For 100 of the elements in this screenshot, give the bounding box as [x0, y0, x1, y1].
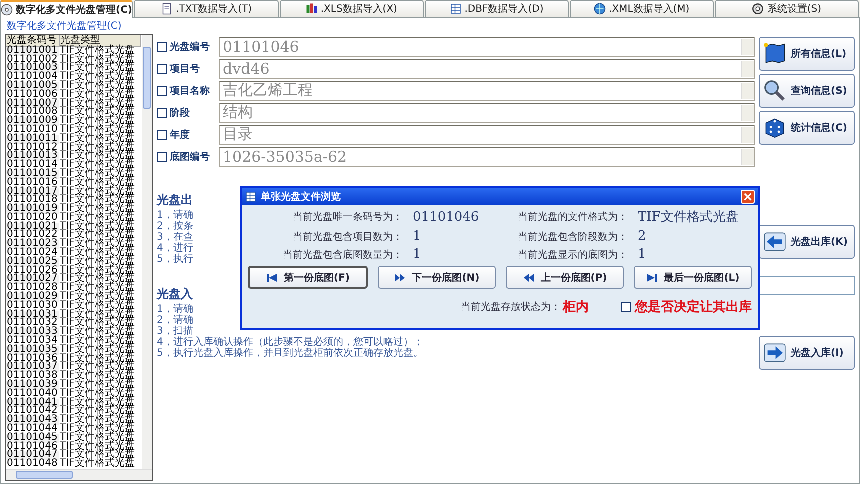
- checkbox[interactable]: [621, 302, 631, 312]
- tab[interactable]: .DBF数据导入(D): [424, 0, 569, 17]
- table-cell: 01101044: [6, 425, 59, 434]
- table-cell: 01101004: [6, 73, 59, 82]
- vertical-scrollbar[interactable]: [142, 34, 152, 469]
- tab[interactable]: 系统设置(S): [714, 0, 860, 17]
- table-cell: 01101020: [6, 214, 59, 223]
- info-value: 1: [413, 229, 422, 244]
- table-cell-text: TIF文件格式光盘: [59, 258, 136, 267]
- table-cell-text: TIF文件格式光盘: [59, 205, 136, 214]
- nav-button[interactable]: 上一份底图(P): [506, 266, 624, 289]
- info-label: 当前光盘显示的底图为：: [517, 248, 629, 262]
- table-cell: 01101016: [6, 178, 59, 188]
- status-value: 柜内: [563, 299, 589, 316]
- toolbar-button[interactable]: 所有信息(L): [759, 36, 855, 71]
- toolbar-button[interactable]: 光盘出库(K): [759, 224, 855, 259]
- table-cell-text: TIF文件格式光盘: [59, 434, 136, 443]
- search-icon: [763, 78, 787, 103]
- rewind-icon: [522, 272, 535, 284]
- nav-button[interactable]: 第一份底图(F): [248, 266, 368, 289]
- table-cell: 01101006: [6, 90, 59, 100]
- fast-forward-icon: [394, 272, 406, 284]
- map-icon: [763, 42, 787, 66]
- table-cell-text: TIF文件格式光盘: [59, 73, 136, 82]
- info-label: 当前光盘包含底图数量为：: [282, 248, 404, 262]
- tab[interactable]: .TXT数据导入(T): [134, 0, 279, 17]
- table-cell: 01101024: [6, 249, 59, 258]
- toolbar-button[interactable]: 光盘入库(I): [759, 336, 855, 370]
- info-label: 当前光盘包含阶段数为：: [517, 230, 629, 244]
- table-cell: 01101040: [6, 390, 59, 399]
- table-cell-text: TIF文件格式光盘: [59, 170, 136, 179]
- globe-icon: [594, 2, 606, 15]
- info-label: 当前光盘的文件格式为：: [517, 210, 629, 224]
- table-cell: 01101014: [6, 161, 59, 170]
- status-label: 当前光盘存放状态为：: [461, 300, 561, 314]
- info-value: 2: [638, 229, 648, 244]
- scroll-thumb[interactable]: [16, 471, 73, 479]
- field-label: 底图编号: [170, 150, 210, 164]
- table-cell-text: TIF文件格式光盘: [59, 126, 136, 135]
- section-title: 光盘入: [157, 286, 193, 301]
- instruction-step: 4，进行入库确认操作（此步骤不是必须的，您可以略过）；: [157, 336, 424, 348]
- spreadsheet-icon: [306, 2, 318, 15]
- table-cell: 01101015: [6, 170, 59, 179]
- info-label: 当前光盘唯一条码号为：: [292, 210, 404, 224]
- disc-icon: [1, 4, 13, 16]
- column-header[interactable]: 光盘条码号: [6, 34, 60, 46]
- info-label: 当前光盘包含项目数为：: [292, 230, 404, 244]
- table-cell-text: TIF文件格式光盘: [59, 381, 136, 390]
- field-label: 项目号: [170, 62, 200, 76]
- tab[interactable]: .XML数据导入(M): [570, 0, 714, 17]
- field-label: 年度: [170, 128, 190, 142]
- table-cell-text: TIF文件格式光盘: [59, 337, 136, 346]
- toolbar-button[interactable]: 查询信息(S): [759, 74, 855, 108]
- document-icon: [161, 2, 174, 15]
- table-cell-text: TIF文件格式光盘: [59, 293, 136, 302]
- table-cell: 01101045: [6, 434, 59, 443]
- instruction-step: 1，请确: [157, 210, 194, 221]
- text-field[interactable]: [759, 276, 855, 295]
- table-cell-text: TIF文件格式光盘: [59, 302, 136, 311]
- field-label: 阶段: [170, 106, 190, 120]
- group-title: 数字化多文件光盘管理(C): [7, 20, 123, 33]
- info-value: 01101046: [413, 210, 480, 224]
- instruction-step: 5，执行: [157, 254, 194, 265]
- table-cell: 01101035: [6, 346, 59, 355]
- table-cell-text: TIF文件格式光盘: [59, 90, 136, 100]
- settings-icon: [752, 2, 764, 15]
- table-cell-text: TIF文件格式光盘: [59, 161, 136, 170]
- toolbar-button[interactable]: 统计信息(C): [759, 110, 855, 145]
- horizontal-scrollbar[interactable]: [6, 469, 152, 480]
- table-cell: 01101048: [6, 460, 59, 469]
- close-button[interactable]: [741, 190, 755, 204]
- skip-forward-icon: [646, 272, 658, 284]
- instruction-step: 3，在查: [157, 232, 194, 243]
- tab[interactable]: 数字化多文件光盘管理(C): [0, 0, 134, 18]
- column-header[interactable]: 光盘类型: [60, 34, 141, 46]
- table-icon: [450, 2, 462, 15]
- nav-button[interactable]: 最后一份底图(L): [634, 266, 752, 289]
- table-cell-text: TIF文件格式光盘: [59, 117, 136, 126]
- app-icon: [245, 190, 257, 202]
- checkbox-label: 您是否决定让其出库: [635, 298, 752, 316]
- table-cell: 01101011: [6, 134, 59, 144]
- table-cell: 01101005: [6, 82, 59, 91]
- nav-button[interactable]: 下一份底图(N): [378, 266, 496, 289]
- table-cell: 01101029: [6, 293, 59, 302]
- table-cell: 01101034: [6, 337, 59, 346]
- table-cell: 01101030: [6, 302, 59, 311]
- field-label: 光盘编号: [170, 40, 210, 54]
- window-title: 单张光盘文件浏览: [261, 190, 342, 204]
- table-cell: 01101001: [6, 46, 59, 56]
- tab[interactable]: .XLS数据导入(X): [280, 0, 424, 17]
- table-cell: 01101025: [6, 258, 59, 267]
- instruction-step: 4，进行: [157, 242, 194, 254]
- table-cell: 01101010: [6, 126, 59, 135]
- table-cell-text: TIF文件格式光盘: [59, 249, 136, 258]
- table-cell-text: TIF文件格式光盘: [59, 134, 136, 144]
- close-icon: [744, 192, 752, 200]
- field-label: 项目名称: [170, 84, 210, 98]
- scroll-thumb[interactable]: [143, 46, 151, 109]
- table-cell-text: TIF文件格式光盘: [59, 214, 136, 223]
- skip-back-icon: [266, 272, 278, 284]
